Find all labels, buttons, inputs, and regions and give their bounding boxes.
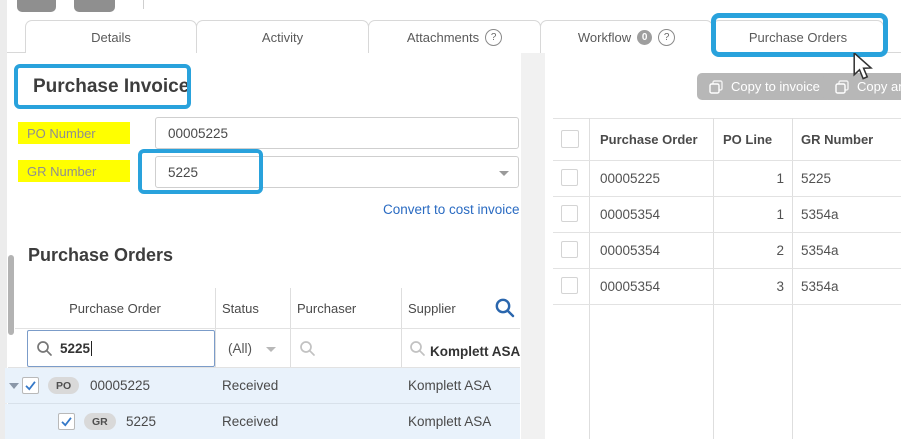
row-checkbox[interactable] <box>561 241 578 258</box>
page-title: Purchase Invoice <box>33 76 189 98</box>
purchaser-filter-search-icon[interactable] <box>299 340 316 357</box>
purchase-order-filter-input[interactable]: 5225 <box>27 330 215 367</box>
row-checkbox[interactable] <box>561 169 578 186</box>
copy-icon <box>709 80 723 94</box>
right-col-header-purchase-order[interactable]: Purchase Order <box>600 132 698 147</box>
left-table-header-divider <box>15 328 520 329</box>
right-table-top-border <box>553 118 901 119</box>
right-col-header-gr-number[interactable]: GR Number <box>801 132 873 147</box>
gr-row-checkbox[interactable] <box>58 413 75 430</box>
table-row[interactable]: 00005225 1 5225 <box>545 160 901 196</box>
po-number-input[interactable]: 00005225 <box>155 117 519 149</box>
supplier-filter-value: Komplett ASA <box>430 344 520 359</box>
col-header-purchaser[interactable]: Purchaser <box>297 301 356 316</box>
po-status-cell: Received <box>222 378 278 393</box>
gr-number-cell: 5225 <box>126 414 156 429</box>
tab-attachments[interactable]: Attachments ? <box>368 20 541 53</box>
cell-po-line: 1 <box>722 207 784 222</box>
cell-gr-number: 5354a <box>801 279 839 294</box>
cell-gr-number: 5225 <box>801 171 831 186</box>
gr-type-badge: GR <box>84 413 116 430</box>
table-row-gr[interactable]: GR 5225 Received Komplett ASA <box>5 404 520 439</box>
gr-number-label: GR Number <box>18 160 130 182</box>
check-icon <box>60 415 73 428</box>
po-row-checkbox[interactable] <box>22 377 39 394</box>
chevron-down-icon[interactable] <box>266 347 276 352</box>
collapse-arrow-icon[interactable] <box>9 383 19 389</box>
tab-attachments-label: Attachments <box>407 30 479 45</box>
tab-details[interactable]: Details <box>25 20 197 53</box>
cell-gr-number: 5354a <box>801 243 839 258</box>
cell-purchase-order: 00005354 <box>600 243 660 258</box>
table-row[interactable]: 00005354 2 5354a <box>545 232 901 268</box>
table-row[interactable]: 00005354 3 5354a <box>545 268 901 304</box>
col-header-purchase-order[interactable]: Purchase Order <box>15 301 215 316</box>
col-header-status[interactable]: Status <box>222 301 259 316</box>
col-header-supplier[interactable]: Supplier <box>408 301 456 316</box>
po-number-value: 00005225 <box>168 126 228 141</box>
copy-icon <box>835 80 849 94</box>
gr-status-cell: Received <box>222 414 278 429</box>
workflow-help-icon[interactable]: ? <box>658 29 675 46</box>
row-checkbox[interactable] <box>561 277 578 294</box>
tab-purchase-orders[interactable]: Purchase Orders <box>712 20 884 53</box>
supplier-filter-search-icon[interactable] <box>409 340 426 357</box>
gr-number-label-text: GR Number <box>27 164 96 179</box>
search-icon[interactable] <box>494 297 516 319</box>
po-number-cell: 00005225 <box>90 378 150 393</box>
attachments-help-icon[interactable]: ? <box>485 29 502 46</box>
copy-to-invoice-button[interactable]: Copy to invoice <box>697 73 832 100</box>
search-icon <box>36 340 53 357</box>
cell-purchase-order: 00005225 <box>600 171 660 186</box>
right-col-header-po-line[interactable]: PO Line <box>723 132 772 147</box>
tab-purchase-orders-label: Purchase Orders <box>749 30 847 45</box>
text-cursor <box>91 341 92 356</box>
cell-po-line: 1 <box>722 171 784 186</box>
table-row-po[interactable]: PO 00005225 Received Komplett ASA <box>5 368 520 403</box>
cell-purchase-order: 00005354 <box>600 207 660 222</box>
po-supplier-cell: Komplett ASA <box>408 378 491 393</box>
select-all-checkbox[interactable] <box>561 130 579 148</box>
row-divider <box>553 304 901 305</box>
cell-po-line: 2 <box>722 243 784 258</box>
tab-workflow[interactable]: Workflow 0 ? <box>540 20 713 53</box>
purchase-order-filter-value: 5225 <box>60 341 90 356</box>
cell-po-line: 3 <box>722 279 784 294</box>
cell-purchase-order: 00005354 <box>600 279 660 294</box>
workflow-count-badge: 0 <box>637 30 652 45</box>
gr-number-dropdown[interactable]: 5225 <box>155 156 519 188</box>
app-window: Details Activity Attachments ? Workflow … <box>0 0 901 439</box>
gr-number-value: 5225 <box>168 165 198 180</box>
po-number-label-text: PO Number <box>27 126 96 141</box>
tab-activity-label: Activity <box>262 30 303 45</box>
left-scrollbar-thumb[interactable] <box>8 255 14 335</box>
gr-supplier-cell: Komplett ASA <box>408 414 491 429</box>
copy-and-label: Copy an <box>857 79 901 94</box>
tab-workflow-label: Workflow <box>578 30 631 45</box>
status-filter-dropdown[interactable]: (All) <box>228 341 252 356</box>
chevron-down-icon[interactable] <box>499 171 509 176</box>
toolbar-divider <box>143 0 144 9</box>
mouse-cursor <box>852 53 876 81</box>
purchase-orders-section-title: Purchase Orders <box>28 245 173 266</box>
table-row[interactable]: 00005354 1 5354a <box>545 196 901 232</box>
check-icon <box>24 379 37 392</box>
panel-gap <box>521 53 545 439</box>
convert-to-cost-invoice-link[interactable]: Convert to cost invoice <box>383 202 520 217</box>
toolbar-button-left[interactable] <box>17 0 56 12</box>
po-number-label: PO Number <box>18 122 130 144</box>
copy-to-invoice-label: Copy to invoice <box>731 79 820 94</box>
row-checkbox[interactable] <box>561 205 578 222</box>
po-type-badge: PO <box>48 377 79 394</box>
tab-details-label: Details <box>91 30 131 45</box>
toolbar-button-right[interactable] <box>74 0 115 12</box>
cell-gr-number: 5354a <box>801 207 839 222</box>
supplier-filter-input[interactable]: Komplett ASA <box>430 343 520 361</box>
tab-activity[interactable]: Activity <box>196 20 369 53</box>
